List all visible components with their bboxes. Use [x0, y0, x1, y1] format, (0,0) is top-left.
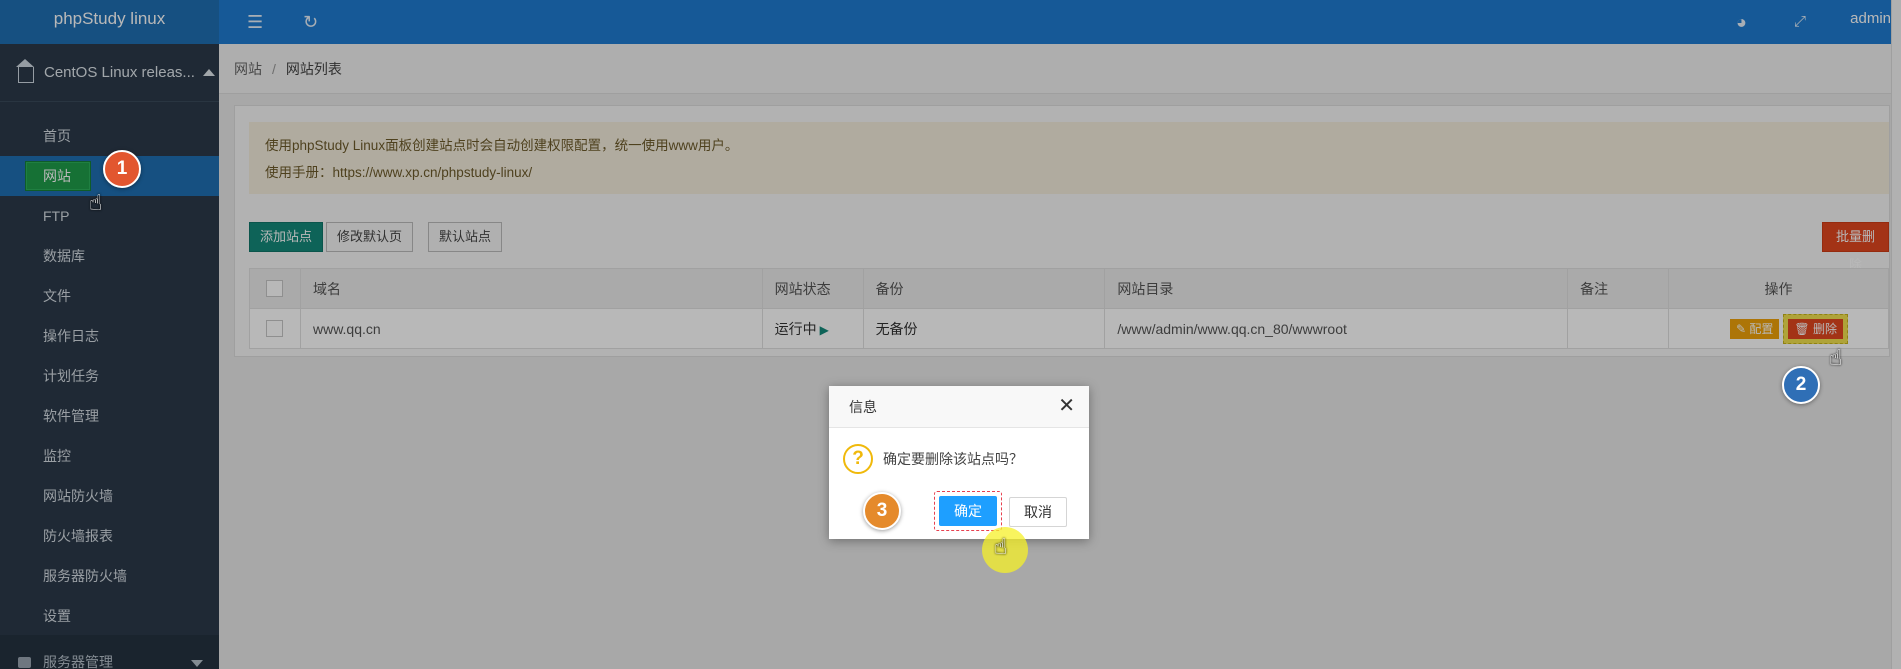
pointer-cursor-icon: ☝	[1829, 345, 1843, 370]
step-marker-3: 3	[863, 492, 901, 530]
pointer-cursor-icon: ☝	[89, 190, 103, 215]
step-marker-1: 1	[103, 150, 141, 188]
ok-button[interactable]: 确定	[939, 496, 997, 526]
app-root: phpStudy linux CentOS Linux releas... 首页…	[0, 0, 1901, 669]
dialog-message: 确定要删除该站点吗？	[883, 451, 1023, 467]
pointer-cursor-icon: ☝	[994, 534, 1008, 559]
modal-overlay	[0, 0, 1901, 669]
step-marker-2: 2	[1782, 366, 1820, 404]
dialog-body: ? 确定要删除该站点吗？	[843, 444, 1023, 474]
question-icon: ?	[843, 444, 873, 474]
dialog-title: 信息	[829, 386, 1089, 428]
cancel-button[interactable]: 取消	[1009, 497, 1067, 527]
close-icon[interactable]: ✕	[1058, 396, 1075, 416]
ok-highlight: 确定	[934, 491, 1002, 531]
